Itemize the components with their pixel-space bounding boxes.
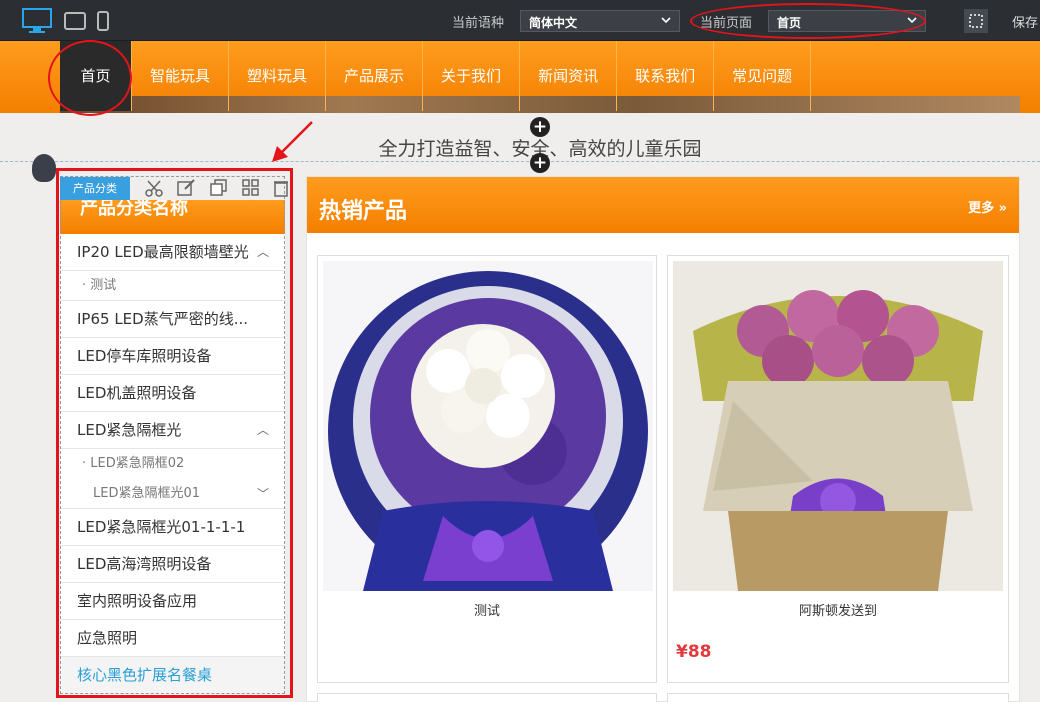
language-value: 简体中文: [529, 16, 578, 30]
add-icon[interactable]: +: [530, 153, 550, 173]
mobile-icon[interactable]: [97, 11, 109, 31]
product-name[interactable]: 测试: [318, 600, 656, 619]
edit-icon[interactable]: [177, 179, 195, 197]
hot-products-panel: 热销产品 更多 » 测试 阿斯顿发送到 ¥88: [306, 176, 1020, 702]
tablet-icon[interactable]: [64, 12, 86, 30]
language-select[interactable]: 简体中文: [520, 10, 680, 32]
delete-icon[interactable]: [274, 179, 288, 197]
language-label: 当前语种: [452, 16, 505, 31]
copy-icon[interactable]: [210, 179, 228, 197]
annotation-rect-sidebar: [56, 168, 293, 698]
product-image[interactable]: [673, 261, 1003, 591]
more-link[interactable]: 更多 »: [968, 197, 1007, 216]
product-card[interactable]: [317, 693, 657, 702]
nav-item-smart-toys[interactable]: 智能玩具: [132, 41, 230, 111]
desktop-icon[interactable]: [22, 8, 52, 34]
nav-item-news[interactable]: 新闻资讯: [520, 41, 618, 111]
select-frame-icon[interactable]: [964, 9, 988, 33]
product-image[interactable]: [323, 261, 653, 591]
product-card[interactable]: [667, 693, 1009, 702]
module-tag[interactable]: 产品分类: [60, 177, 130, 200]
product-name[interactable]: 阿斯顿发送到: [668, 600, 1008, 619]
nav-item-faq[interactable]: 常见问题: [714, 41, 812, 111]
add-icon[interactable]: +: [530, 117, 550, 137]
drag-handle[interactable]: [32, 154, 56, 182]
nav-item-about[interactable]: 关于我们: [423, 41, 521, 111]
annotation-circle-home: [48, 40, 132, 116]
product-card[interactable]: 测试: [317, 255, 657, 683]
annotation-arrow: [272, 121, 313, 162]
slogan: 全力打造益智、安全、高效的儿童乐园: [378, 138, 702, 160]
chevron-down-icon: [661, 17, 671, 24]
panel-title: 热销产品: [319, 199, 408, 224]
scissors-icon[interactable]: [145, 179, 163, 197]
product-card[interactable]: 阿斯顿发送到 ¥88: [667, 255, 1009, 683]
save-button[interactable]: 保存: [1012, 12, 1038, 31]
section-divider: [0, 161, 1040, 162]
nav-item-plastic-toys[interactable]: 塑料玩具: [229, 41, 327, 111]
product-price: ¥88: [676, 642, 712, 662]
grid-icon[interactable]: [242, 179, 260, 197]
nav-item-contact[interactable]: 联系我们: [617, 41, 715, 111]
nav-item-products[interactable]: 产品展示: [326, 41, 424, 111]
panel-header: 热销产品 更多 »: [307, 177, 1019, 233]
main-nav: 首页 智能玩具 塑料玩具 产品展示 关于我们 新闻资讯 联系我们 常见问题: [60, 41, 812, 111]
annotation-ellipse-page: [690, 3, 926, 39]
